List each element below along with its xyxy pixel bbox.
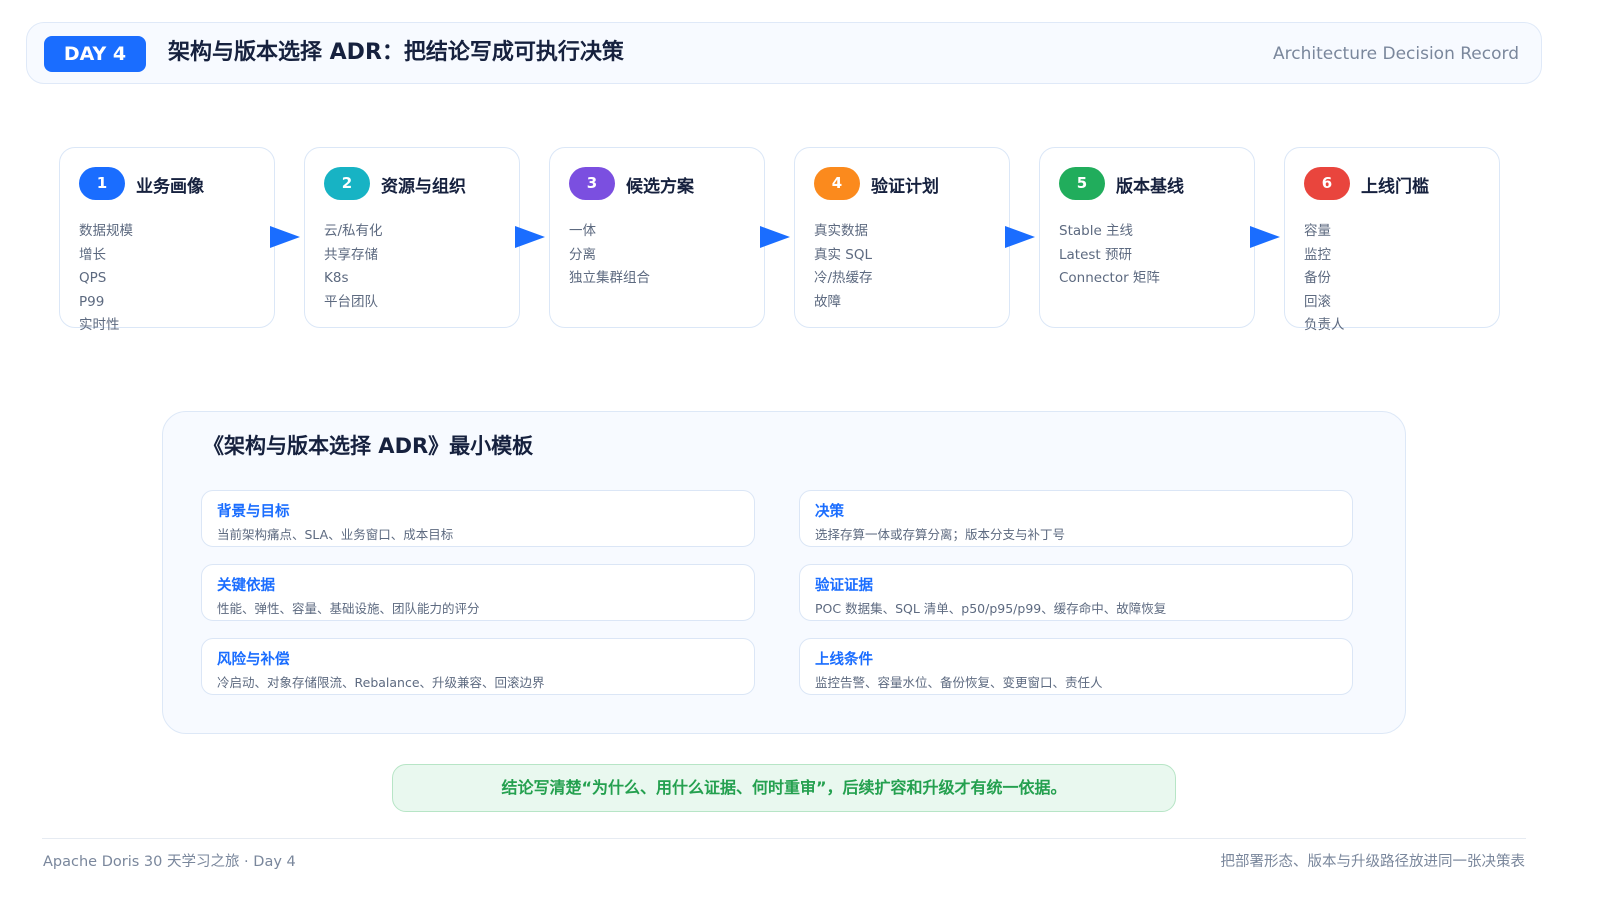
step-item: 容量 — [1304, 223, 1331, 239]
card-description: 性能、弹性、容量、基础设施、团队能力的评分 — [217, 601, 480, 616]
step-card-6: 6 上线门槛 容量 监控 备份 回滚 负责人 — [1284, 147, 1500, 333]
step-item: 负责人 — [1304, 317, 1345, 333]
step-item: QPS — [79, 270, 107, 286]
step-item: 共享存储 — [324, 246, 378, 263]
step-card-5: 5 版本基线 Stable 主线 Latest 预研 Connector 矩阵 — [1039, 147, 1255, 328]
step-item: 监控 — [1304, 246, 1331, 263]
flow-arrow-icon — [515, 226, 545, 248]
step-item: 数据规模 — [79, 223, 133, 239]
step-title-3: 候选方案 — [626, 177, 694, 197]
step-item: 一体 — [569, 223, 596, 239]
step-title-4: 验证计划 — [871, 177, 939, 197]
step-card-1: 1 业务画像 数据规模 增长 QPS P99 实时性 — [59, 147, 275, 333]
card-description: 监控告警、容量水位、备份恢复、变更窗口、责任人 — [815, 675, 1103, 690]
step-item: Latest 预研 — [1059, 246, 1133, 263]
step-item: 增长 — [79, 246, 106, 263]
step-number-5: 5 — [1059, 167, 1105, 200]
step-items-6: 容量 监控 备份 回滚 负责人 — [1304, 220, 1345, 338]
step-title-6: 上线门槛 — [1361, 177, 1429, 197]
template-card-launch-criteria: 上线条件 监控告警、容量水位、备份恢复、变更窗口、责任人 — [799, 638, 1353, 695]
step-item: 分离 — [569, 246, 596, 263]
step-number-3: 3 — [569, 167, 615, 200]
step-card-2: 2 资源与组织 云/私有化 共享存储 K8s 平台团队 — [304, 147, 520, 328]
step-number-4: 4 — [814, 167, 860, 200]
template-card-background: 背景与目标 当前架构痛点、SLA、业务窗口、成本目标 — [201, 490, 755, 547]
step-title-2: 资源与组织 — [381, 177, 466, 197]
header-bar: DAY 4 架构与版本选择 ADR：把结论写成可执行决策 Architectur… — [26, 22, 1542, 84]
card-title: 决策 — [815, 504, 844, 520]
card-title: 风险与补偿 — [217, 652, 290, 668]
step-items-2: 云/私有化 共享存储 K8s 平台团队 — [324, 220, 383, 314]
step-item: 备份 — [1304, 270, 1331, 286]
day-badge: DAY 4 — [44, 36, 146, 72]
step-item: Stable 主线 — [1059, 223, 1134, 239]
template-card-rationale: 关键依据 性能、弹性、容量、基础设施、团队能力的评分 — [201, 564, 755, 621]
step-title-1: 业务画像 — [136, 177, 204, 197]
card-title: 背景与目标 — [217, 504, 290, 520]
card-title: 上线条件 — [815, 652, 873, 668]
step-item: Connector 矩阵 — [1059, 270, 1160, 286]
step-item: 回滚 — [1304, 293, 1331, 310]
card-title: 验证证据 — [815, 578, 873, 594]
flow-arrow-icon — [270, 226, 300, 248]
template-card-evidence: 验证证据 POC 数据集、SQL 清单、p50/p95/p99、缓存命中、故障恢… — [799, 564, 1353, 621]
step-number-6: 6 — [1304, 167, 1350, 200]
flow-arrow-icon — [1005, 226, 1035, 248]
step-item: 云/私有化 — [324, 223, 383, 239]
conclusion-banner: 结论写清楚“为什么、用什么证据、何时重审”，后续扩容和升级才有统一依据。 — [392, 764, 1176, 812]
step-number-2: 2 — [324, 167, 370, 200]
step-item: 故障 — [814, 293, 841, 310]
step-number-1: 1 — [79, 167, 125, 200]
template-title: 《架构与版本选择 ADR》最小模板 — [203, 434, 534, 458]
page-title: 架构与版本选择 ADR：把结论写成可执行决策 — [168, 40, 624, 65]
footer-course-label: Apache Doris 30 天学习之旅 · Day 4 — [43, 854, 296, 870]
step-item: K8s — [324, 270, 349, 286]
step-item: 冷/热缓存 — [814, 270, 873, 286]
template-card-risks: 风险与补偿 冷启动、对象存储限流、Rebalance、升级兼容、回滚边界 — [201, 638, 755, 695]
step-item: P99 — [79, 293, 105, 310]
step-item: 真实数据 — [814, 223, 868, 239]
step-item: 独立集群组合 — [569, 270, 650, 286]
card-description: 冷启动、对象存储限流、Rebalance、升级兼容、回滚边界 — [217, 675, 545, 690]
step-items-5: Stable 主线 Latest 预研 Connector 矩阵 — [1059, 220, 1160, 291]
card-description: 选择存算一体或存算分离；版本分支与补丁号 — [815, 527, 1066, 542]
step-item: 实时性 — [79, 317, 120, 333]
page-subtitle: Architecture Decision Record — [1273, 44, 1519, 64]
footer-tagline: 把部署形态、版本与升级路径放进同一张决策表 — [1220, 854, 1526, 870]
card-description: 当前架构痛点、SLA、业务窗口、成本目标 — [217, 527, 454, 542]
step-items-3: 一体 分离 独立集群组合 — [569, 220, 650, 291]
step-item: 真实 SQL — [814, 246, 873, 263]
template-card-decision: 决策 选择存算一体或存算分离；版本分支与补丁号 — [799, 490, 1353, 547]
step-title-5: 版本基线 — [1116, 177, 1184, 197]
flow-arrow-icon — [1250, 226, 1280, 248]
step-card-4: 4 验证计划 真实数据 真实 SQL 冷/热缓存 故障 — [794, 147, 1010, 328]
step-card-3: 3 候选方案 一体 分离 独立集群组合 — [549, 147, 765, 328]
adr-template-panel: 《架构与版本选择 ADR》最小模板 背景与目标 当前架构痛点、SLA、业务窗口、… — [162, 411, 1406, 734]
flow-arrow-icon — [760, 226, 790, 248]
step-items-1: 数据规模 增长 QPS P99 实时性 — [79, 220, 133, 338]
step-items-4: 真实数据 真实 SQL 冷/热缓存 故障 — [814, 220, 873, 314]
card-title: 关键依据 — [217, 578, 275, 594]
step-item: 平台团队 — [324, 293, 378, 310]
card-description: POC 数据集、SQL 清单、p50/p95/p99、缓存命中、故障恢复 — [815, 601, 1167, 616]
footer-divider — [42, 838, 1526, 839]
